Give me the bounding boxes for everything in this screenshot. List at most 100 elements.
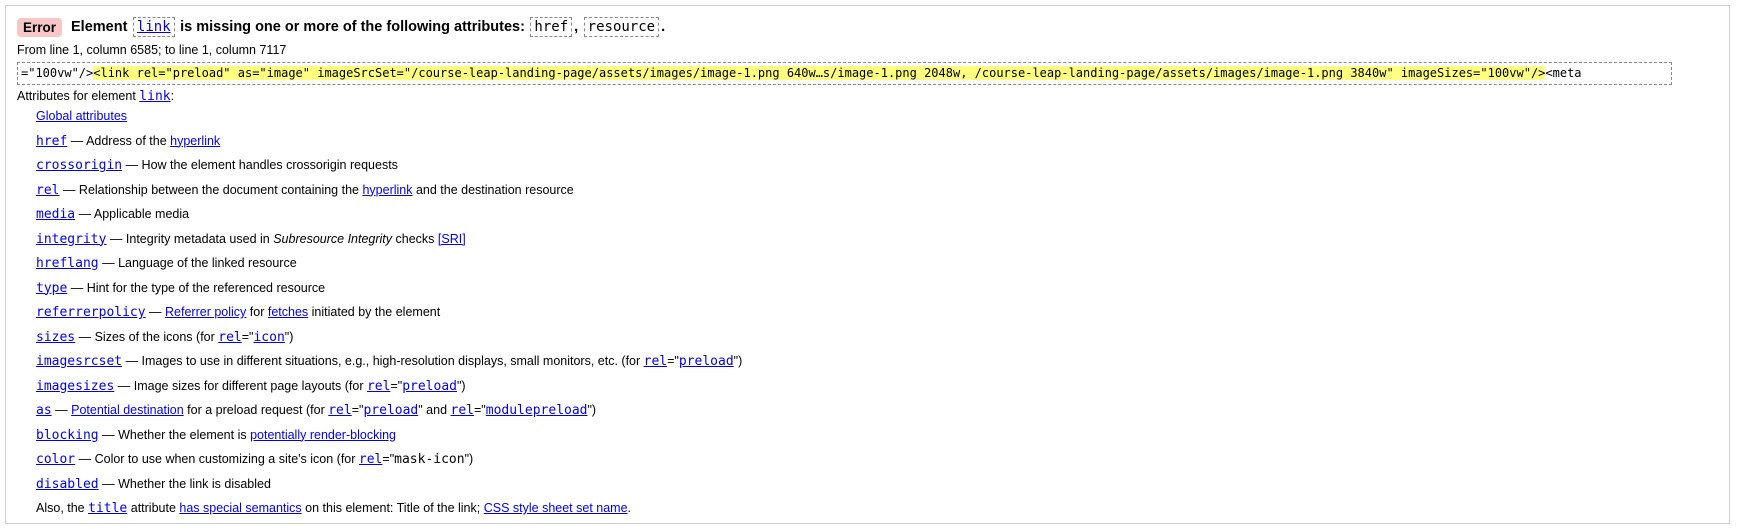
attr-desc: " and	[418, 403, 451, 417]
sri-link[interactable]: [SRI]	[438, 232, 466, 246]
attr-link-blocking[interactable]: blocking	[36, 428, 99, 443]
attr-link-media[interactable]: media	[36, 207, 75, 222]
attr-desc: —	[51, 403, 72, 417]
attr-item-sizes: sizes — Sizes of the icons (for rel="ico…	[36, 328, 742, 353]
attr-desc: ")	[456, 378, 466, 393]
attr-link-imagesizes[interactable]: imagesizes	[36, 379, 114, 394]
rel-value-link[interactable]: preload	[679, 354, 734, 369]
attr-desc: ="	[474, 403, 486, 417]
attr-item-media: media — Applicable media	[36, 205, 742, 230]
error-badge: Error	[17, 17, 63, 37]
title-attr-link[interactable]: title	[88, 501, 127, 516]
attr-desc: ="	[351, 403, 364, 417]
attr-link-type[interactable]: type	[36, 281, 67, 296]
attr-desc: — Sizes of the icons (for	[75, 329, 219, 344]
attr-desc: for	[246, 305, 268, 319]
extract-highlight: <link rel="preload" as="image" imageSrcS…	[93, 66, 1546, 80]
rel-value-text: mask-icon	[394, 452, 465, 467]
attr-link-as[interactable]: as	[36, 403, 52, 418]
attr-desc: — Language of the linked resource	[98, 256, 297, 270]
hyperlink-link[interactable]: hyperlink	[170, 134, 220, 148]
attr-link-imagesrcset[interactable]: imagesrcset	[36, 354, 122, 369]
attr-item-as: as — Potential destination for a preload…	[36, 401, 742, 426]
error-title: Error Element link is missing one or mor…	[17, 15, 665, 39]
attr-desc: ")	[284, 329, 294, 344]
attr-item-rel: rel — Relationship between the document …	[36, 181, 742, 206]
attr-item-imagesrcset: imagesrcset — Images to use in different…	[36, 352, 742, 377]
also-text: Also, the	[36, 501, 89, 515]
attr-item-type: type — Hint for the type of the referenc…	[36, 279, 742, 304]
attributes-header-colon: :	[170, 89, 175, 103]
error-message-panel: Error Element link is missing one or mor…	[5, 5, 1730, 524]
rel-value-link[interactable]: preload	[363, 403, 418, 418]
attr-link-integrity[interactable]: integrity	[36, 232, 106, 247]
attr-desc: — Relationship between the document cont…	[59, 182, 363, 197]
rel-link[interactable]: rel	[644, 354, 667, 369]
error-message: is missing one or more of the following …	[180, 19, 525, 35]
attr-link-rel[interactable]: rel	[36, 183, 59, 198]
attr-desc: — Applicable media	[75, 207, 190, 221]
separator: ,	[574, 19, 579, 35]
rel-link[interactable]: rel	[359, 452, 382, 467]
rel-link[interactable]: rel	[218, 330, 241, 345]
attr-link-href[interactable]: href	[36, 134, 67, 149]
rel-value-link[interactable]: preload	[402, 379, 457, 394]
missing-attr-href: href	[530, 17, 573, 37]
element-link[interactable]: link	[137, 19, 171, 35]
attr-desc: and the destination resource	[412, 182, 574, 197]
attr-link-sizes[interactable]: sizes	[36, 330, 75, 345]
attributes-header-text: Attributes for element	[17, 89, 136, 103]
attr-desc: ")	[587, 403, 597, 417]
attributes-element-link[interactable]: link	[139, 89, 170, 104]
attr-desc: — Whether the link is disabled	[98, 476, 271, 491]
attr-desc: —	[145, 305, 166, 319]
attr-item-imagesizes: imagesizes — Image sizes for different p…	[36, 377, 742, 402]
rel-value-link[interactable]: icon	[253, 330, 284, 345]
rel-link[interactable]: rel	[367, 379, 390, 394]
fetches-link[interactable]: fetches	[268, 305, 308, 319]
referrer-policy-link[interactable]: Referrer policy	[165, 305, 246, 319]
global-attributes-link[interactable]: Global attributes	[36, 109, 127, 123]
also-text: .	[627, 501, 632, 515]
hyperlink-link[interactable]: hyperlink	[362, 183, 412, 197]
also-note: Also, the title attribute has special se…	[36, 499, 742, 524]
attr-desc: — Hint for the type of the referenced re…	[67, 280, 326, 295]
render-blocking-link[interactable]: potentially render-blocking	[250, 428, 396, 442]
attr-item-integrity: integrity — Integrity metadata used in S…	[36, 230, 742, 255]
css-style-sheet-set-name-link[interactable]: CSS style sheet set name	[484, 501, 628, 515]
source-extract: ="100vw"/><link rel="preload" as="image"…	[17, 62, 1672, 85]
title-end: .	[661, 19, 666, 35]
element-code-box: link	[132, 17, 175, 37]
attr-desc: checks	[392, 231, 438, 246]
attr-item-crossorigin: crossorigin — How the element handles cr…	[36, 156, 742, 181]
attr-desc: ")	[464, 452, 474, 466]
attr-desc: ")	[733, 354, 743, 368]
potential-destination-link[interactable]: Potential destination	[71, 403, 184, 417]
also-text: attribute	[127, 501, 180, 515]
also-text: on this element: Title of the link;	[301, 501, 484, 515]
attr-link-hreflang[interactable]: hreflang	[36, 256, 99, 271]
rel-link[interactable]: rel	[451, 403, 474, 418]
error-location: From line 1, column 6585; to line 1, col…	[17, 43, 287, 57]
attr-link-crossorigin[interactable]: crossorigin	[36, 158, 122, 173]
attr-desc: initiated by the element	[308, 305, 441, 319]
attr-desc: — How the element handles crossorigin re…	[122, 158, 398, 172]
rel-link[interactable]: rel	[328, 403, 351, 418]
extract-before: ="100vw"/>	[21, 66, 94, 80]
special-semantics-link[interactable]: has special semantics	[179, 501, 301, 515]
attr-item-href: href — Address of the hyperlink	[36, 132, 742, 157]
attr-link-disabled[interactable]: disabled	[36, 477, 99, 492]
attr-desc: — Image sizes for different page layouts…	[114, 378, 367, 393]
attr-desc: — Integrity metadata used in	[106, 231, 274, 246]
list-item-global: Global attributes	[36, 107, 742, 132]
sri-term: Subresource Integrity	[273, 231, 393, 246]
attributes-header: Attributes for element link:	[17, 89, 174, 104]
attr-link-color[interactable]: color	[36, 452, 75, 467]
attribute-list: Global attributes href — Address of the …	[36, 107, 742, 524]
rel-value-link[interactable]: modulepreload	[486, 403, 588, 418]
attr-desc: ="	[241, 329, 254, 344]
attr-link-referrerpolicy[interactable]: referrerpolicy	[36, 305, 146, 320]
attr-desc: — Images to use in different situations,…	[122, 354, 644, 368]
attr-desc: — Whether the element is	[98, 427, 251, 442]
attr-item-referrerpolicy: referrerpolicy — Referrer policy for fet…	[36, 303, 742, 328]
